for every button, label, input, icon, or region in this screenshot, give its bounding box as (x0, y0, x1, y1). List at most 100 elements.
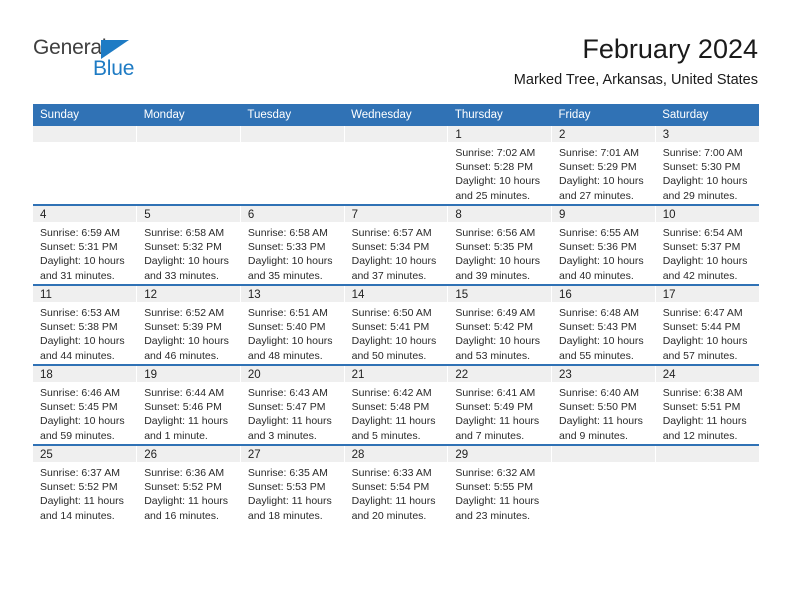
day-number: 14 (344, 286, 448, 302)
day-details: Sunrise: 6:57 AM Sunset: 5:34 PM Dayligh… (345, 222, 448, 283)
sunrise-text: Sunrise: 6:55 AM (559, 227, 639, 239)
day-cell-empty (551, 444, 656, 524)
day-number: 13 (240, 286, 344, 302)
weekday-header-thursday: Thursday (447, 104, 552, 126)
weekday-header-friday: Friday (551, 104, 656, 126)
daylight-text-line1: Daylight: 10 hours (40, 335, 125, 348)
sunset-text: Sunset: 5:45 PM (40, 401, 118, 414)
day-cell[interactable]: 23 Sunrise: 6:40 AM Sunset: 5:50 PM Dayl… (551, 364, 656, 445)
sunrise-text: Sunrise: 7:00 AM (662, 147, 743, 159)
calendar-header-row: Sunday Monday Tuesday Wednesday Thursday… (33, 104, 759, 126)
sunset-text: Sunset: 5:42 PM (455, 321, 533, 334)
daylight-text-line2: and 29 minutes. (662, 189, 738, 202)
sunset-text: Sunset: 5:33 PM (247, 241, 326, 254)
daylight-text-line1: Daylight: 11 hours (351, 495, 436, 508)
day-cell[interactable]: 4 Sunrise: 6:59 AM Sunset: 5:31 PM Dayli… (33, 204, 138, 285)
sunrise-text: Sunrise: 6:37 AM (40, 467, 120, 479)
day-cell[interactable]: 27 Sunrise: 6:35 AM Sunset: 5:53 PM Dayl… (240, 444, 345, 524)
daylight-text-line2: and 33 minutes. (144, 269, 219, 282)
day-cell-empty (344, 126, 449, 205)
sunset-text: Sunset: 5:41 PM (351, 321, 430, 334)
sunrise-text: Sunrise: 6:38 AM (662, 387, 743, 399)
day-cell[interactable]: 29 Sunrise: 6:32 AM Sunset: 5:55 PM Dayl… (447, 444, 553, 524)
generalblue-logo[interactable]: General Blue (33, 36, 163, 82)
day-number: 4 (33, 206, 137, 222)
day-cell[interactable]: 8 Sunrise: 6:56 AM Sunset: 5:35 PM Dayli… (447, 204, 553, 285)
calendar-page: General Blue February 2024 Marked Tree, … (0, 0, 792, 612)
daylight-text-line1: Daylight: 10 hours (351, 255, 437, 268)
day-cell[interactable]: 14 Sunrise: 6:50 AM Sunset: 5:41 PM Dayl… (344, 284, 449, 365)
sunset-text: Sunset: 5:52 PM (144, 481, 222, 494)
daylight-text-line1: Daylight: 10 hours (455, 335, 540, 348)
day-cell[interactable]: 21 Sunrise: 6:42 AM Sunset: 5:48 PM Dayl… (344, 364, 449, 445)
day-cell[interactable]: 5 Sunrise: 6:58 AM Sunset: 5:32 PM Dayli… (136, 204, 241, 285)
sunrise-text: Sunrise: 6:40 AM (559, 387, 639, 399)
day-cell[interactable]: 9 Sunrise: 6:55 AM Sunset: 5:36 PM Dayli… (551, 204, 656, 285)
day-details: Sunrise: 6:42 AM Sunset: 5:48 PM Dayligh… (345, 382, 448, 443)
sunset-text: Sunset: 5:35 PM (455, 241, 533, 254)
day-cell[interactable]: 7 Sunrise: 6:57 AM Sunset: 5:34 PM Dayli… (344, 204, 449, 285)
day-cell[interactable]: 11 Sunrise: 6:53 AM Sunset: 5:38 PM Dayl… (33, 284, 138, 365)
daylight-text-line1: Daylight: 11 hours (247, 415, 332, 428)
sunrise-text: Sunrise: 6:58 AM (144, 227, 225, 239)
day-details: Sunrise: 7:01 AM Sunset: 5:29 PM Dayligh… (552, 142, 655, 203)
sunset-text: Sunset: 5:30 PM (662, 161, 741, 174)
calendar-week-row: 1 Sunrise: 7:02 AM Sunset: 5:28 PM Dayli… (33, 126, 759, 205)
day-details: Sunrise: 6:53 AM Sunset: 5:38 PM Dayligh… (33, 302, 136, 363)
day-number: 29 (448, 446, 552, 462)
calendar-week-row: 11 Sunrise: 6:53 AM Sunset: 5:38 PM Dayl… (33, 284, 759, 365)
day-number (552, 446, 655, 462)
day-cell[interactable]: 28 Sunrise: 6:33 AM Sunset: 5:54 PM Dayl… (344, 444, 449, 524)
day-cell[interactable]: 18 Sunrise: 6:46 AM Sunset: 5:45 PM Dayl… (33, 364, 138, 445)
sunset-text: Sunset: 5:49 PM (455, 401, 533, 414)
day-cell[interactable]: 13 Sunrise: 6:51 AM Sunset: 5:40 PM Dayl… (240, 284, 345, 365)
day-cell[interactable]: 20 Sunrise: 6:43 AM Sunset: 5:47 PM Dayl… (240, 364, 345, 445)
day-cell[interactable]: 6 Sunrise: 6:58 AM Sunset: 5:33 PM Dayli… (240, 204, 345, 285)
day-cell[interactable]: 24 Sunrise: 6:38 AM Sunset: 5:51 PM Dayl… (655, 364, 759, 445)
weekday-header-sunday: Sunday (33, 104, 137, 126)
day-number: 3 (655, 126, 759, 142)
day-number: 9 (552, 206, 655, 222)
day-number: 22 (448, 366, 552, 382)
day-details: Sunrise: 6:32 AM Sunset: 5:55 PM Dayligh… (448, 462, 551, 523)
daylight-text-line1: Daylight: 11 hours (455, 415, 540, 428)
day-cell[interactable]: 3 Sunrise: 7:00 AM Sunset: 5:30 PM Dayli… (655, 126, 759, 205)
sunrise-text: Sunrise: 6:51 AM (247, 307, 328, 319)
day-cell[interactable]: 2 Sunrise: 7:01 AM Sunset: 5:29 PM Dayli… (551, 126, 656, 205)
day-cell[interactable]: 25 Sunrise: 6:37 AM Sunset: 5:52 PM Dayl… (33, 444, 138, 524)
sunset-text: Sunset: 5:44 PM (662, 321, 741, 334)
day-number: 7 (344, 206, 448, 222)
day-cell[interactable]: 16 Sunrise: 6:48 AM Sunset: 5:43 PM Dayl… (551, 284, 656, 365)
day-number (655, 446, 759, 462)
day-number: 27 (240, 446, 344, 462)
day-cell[interactable]: 1 Sunrise: 7:02 AM Sunset: 5:28 PM Dayli… (447, 126, 553, 205)
day-number (137, 126, 240, 142)
day-cell[interactable]: 15 Sunrise: 6:49 AM Sunset: 5:42 PM Dayl… (447, 284, 553, 365)
day-cell[interactable]: 12 Sunrise: 6:52 AM Sunset: 5:39 PM Dayl… (136, 284, 241, 365)
daylight-text-line2: and 50 minutes. (351, 349, 427, 362)
daylight-text-line1: Daylight: 10 hours (455, 175, 540, 188)
sunrise-text: Sunrise: 6:36 AM (144, 467, 225, 479)
sunrise-text: Sunrise: 6:50 AM (351, 307, 432, 319)
day-details: Sunrise: 6:46 AM Sunset: 5:45 PM Dayligh… (33, 382, 136, 443)
day-details: Sunrise: 7:02 AM Sunset: 5:28 PM Dayligh… (448, 142, 551, 203)
day-cell[interactable]: 22 Sunrise: 6:41 AM Sunset: 5:49 PM Dayl… (447, 364, 553, 445)
day-cell[interactable]: 19 Sunrise: 6:44 AM Sunset: 5:46 PM Dayl… (136, 364, 241, 445)
daylight-text-line2: and 59 minutes. (40, 429, 115, 442)
day-number: 21 (344, 366, 448, 382)
day-details: Sunrise: 6:43 AM Sunset: 5:47 PM Dayligh… (241, 382, 344, 443)
daylight-text-line2: and 39 minutes. (455, 269, 531, 282)
sunrise-text: Sunrise: 6:33 AM (351, 467, 432, 479)
sunrise-text: Sunrise: 6:59 AM (40, 227, 120, 239)
day-details: Sunrise: 6:49 AM Sunset: 5:42 PM Dayligh… (448, 302, 551, 363)
day-number: 15 (448, 286, 552, 302)
sunset-text: Sunset: 5:40 PM (247, 321, 326, 334)
day-cell[interactable]: 17 Sunrise: 6:47 AM Sunset: 5:44 PM Dayl… (655, 284, 759, 365)
day-cell[interactable]: 10 Sunrise: 6:54 AM Sunset: 5:37 PM Dayl… (655, 204, 759, 285)
weekday-header-wednesday: Wednesday (344, 104, 448, 126)
day-number (344, 126, 448, 142)
day-details: Sunrise: 6:48 AM Sunset: 5:43 PM Dayligh… (552, 302, 655, 363)
day-cell[interactable]: 26 Sunrise: 6:36 AM Sunset: 5:52 PM Dayl… (136, 444, 241, 524)
daylight-text-line2: and 27 minutes. (559, 189, 634, 202)
sunrise-text: Sunrise: 7:02 AM (455, 147, 536, 159)
